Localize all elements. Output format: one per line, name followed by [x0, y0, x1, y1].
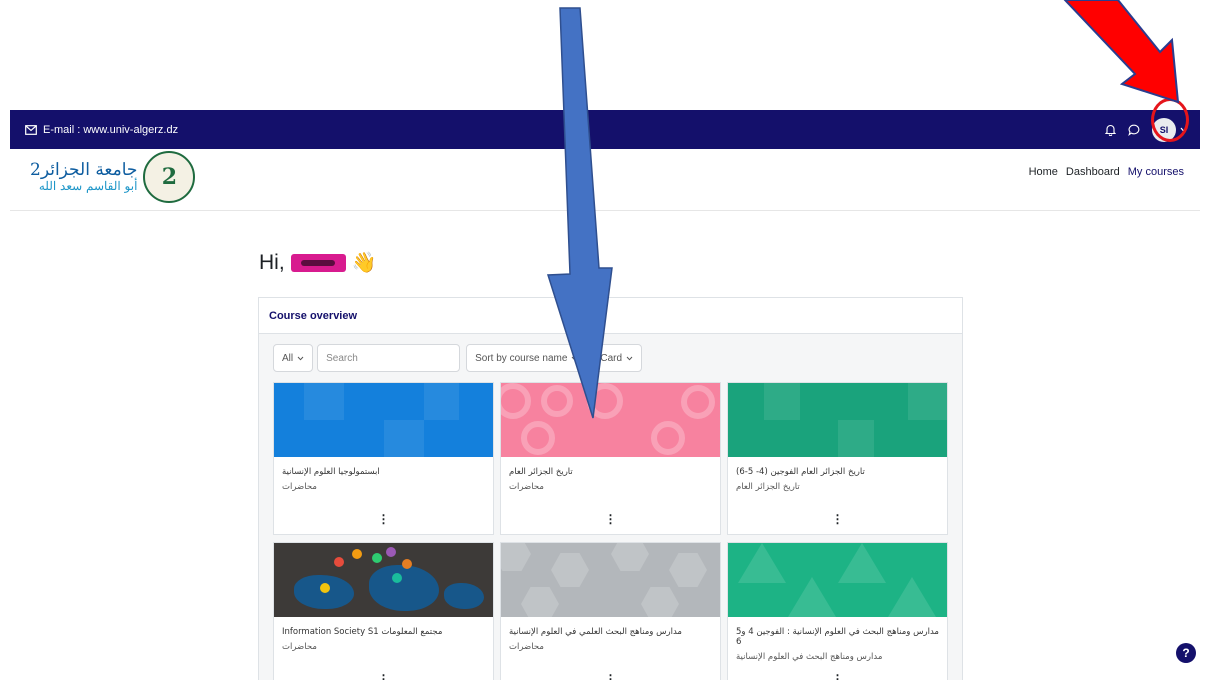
course-name[interactable]: Information Society S1 مجتمع المعلومات — [274, 617, 493, 637]
course-actions-icon[interactable]: ⋮ — [274, 512, 493, 526]
nav-dashboard[interactable]: Dashboard — [1066, 166, 1120, 178]
course-category: محاضرات — [282, 642, 317, 652]
course-image[interactable] — [728, 543, 947, 617]
avatar-highlight-ring — [1151, 98, 1189, 142]
course-actions-icon[interactable]: ⋮ — [501, 512, 720, 526]
logo-line2: أبو القاسم سعد الله — [38, 178, 138, 193]
filter-all-dropdown[interactable]: All — [273, 344, 314, 372]
course-overview-title: Course overview — [259, 298, 962, 334]
course-name[interactable]: مدارس ومناهج البحث العلمي في العلوم الإن… — [501, 617, 720, 637]
course-image[interactable] — [274, 543, 493, 617]
site-header: جامعة الجزائر2 أبو القاسم سعد الله 2 Hom… — [10, 149, 1200, 211]
course-category: محاضرات — [509, 482, 544, 492]
mail-icon — [25, 124, 37, 135]
course-card[interactable]: ابستمولوجيا العلوم الإنسانية محاضرات ⋮ — [273, 382, 494, 535]
course-category: محاضرات — [509, 642, 544, 652]
bell-icon[interactable] — [1105, 124, 1116, 136]
course-name[interactable]: مدارس ومناهج البحث في العلوم الإنسانية :… — [728, 617, 947, 647]
moodle-dashboard: E-mail : www.univ-algerz.dz SI جامعة الج… — [0, 0, 1215, 680]
chat-icon[interactable] — [1128, 124, 1140, 136]
course-card[interactable]: مدارس ومناهج البحث العلمي في العلوم الإن… — [500, 542, 721, 680]
email-text: E-mail : www.univ-algerz.dz — [43, 123, 179, 136]
sort-dropdown[interactable]: Sort by course name — [466, 344, 588, 372]
chevron-down-icon — [297, 356, 304, 360]
top-bar: E-mail : www.univ-algerz.dz SI — [10, 110, 1200, 149]
course-grid: ابستمولوجيا العلوم الإنسانية محاضرات ⋮ ت… — [273, 382, 948, 680]
view-dropdown[interactable]: Card — [591, 344, 643, 372]
nav-home[interactable]: Home — [1029, 166, 1058, 178]
greeting: Hi, 👋 — [259, 250, 377, 275]
course-name[interactable]: ابستمولوجيا العلوم الإنسانية — [274, 457, 493, 477]
university-seal: 2 — [143, 151, 196, 203]
university-logo[interactable]: جامعة الجزائر2 أبو القاسم سعد الله 2 — [30, 151, 196, 203]
course-actions-icon[interactable]: ⋮ — [274, 672, 493, 680]
course-name[interactable]: تاريخ الجزائر العام الفوجين (4- 5-6) — [728, 457, 947, 477]
course-card[interactable]: مدارس ومناهج البحث في العلوم الإنسانية :… — [727, 542, 948, 680]
course-search-input[interactable]: Search — [317, 344, 461, 372]
red-arrow-annotation — [1063, 0, 1180, 104]
course-name[interactable]: تاريخ الجزائر العام — [501, 457, 720, 477]
nav-my-courses[interactable]: My courses — [1128, 166, 1184, 178]
wave-emoji: 👋 — [351, 252, 377, 274]
course-category: تاريخ الجزائر العام — [736, 482, 800, 492]
redacted-username — [290, 253, 346, 272]
course-card[interactable]: Information Society S1 مجتمع المعلومات م… — [273, 542, 494, 680]
course-image[interactable] — [501, 543, 720, 617]
course-category: محاضرات — [282, 482, 317, 492]
course-image[interactable] — [501, 383, 720, 457]
course-filters: All Search Sort by course name Card — [273, 344, 948, 372]
course-actions-icon[interactable]: ⋮ — [728, 672, 947, 680]
help-button[interactable]: ? — [1176, 643, 1196, 663]
course-actions-icon[interactable]: ⋮ — [501, 672, 720, 680]
course-image[interactable] — [274, 383, 493, 457]
primary-nav: Home Dashboard My courses — [1029, 166, 1184, 178]
course-category: مدارس ومناهج البحث في العلوم الإنسانية — [736, 652, 883, 662]
email-info: E-mail : www.univ-algerz.dz — [25, 124, 178, 136]
course-overview-block: Course overview All Search Sort by cours… — [258, 297, 963, 680]
chevron-down-icon — [626, 356, 633, 360]
course-actions-icon[interactable]: ⋮ — [728, 512, 947, 526]
logo-line1: جامعة الجزائر2 — [30, 159, 138, 180]
course-card[interactable]: تاريخ الجزائر العام الفوجين (4- 5-6) تار… — [727, 382, 948, 535]
chevron-down-icon — [572, 356, 578, 360]
course-image[interactable] — [728, 383, 947, 457]
course-card[interactable]: تاريخ الجزائر العام محاضرات ⋮ — [500, 382, 721, 535]
greeting-prefix: Hi, — [259, 250, 285, 274]
